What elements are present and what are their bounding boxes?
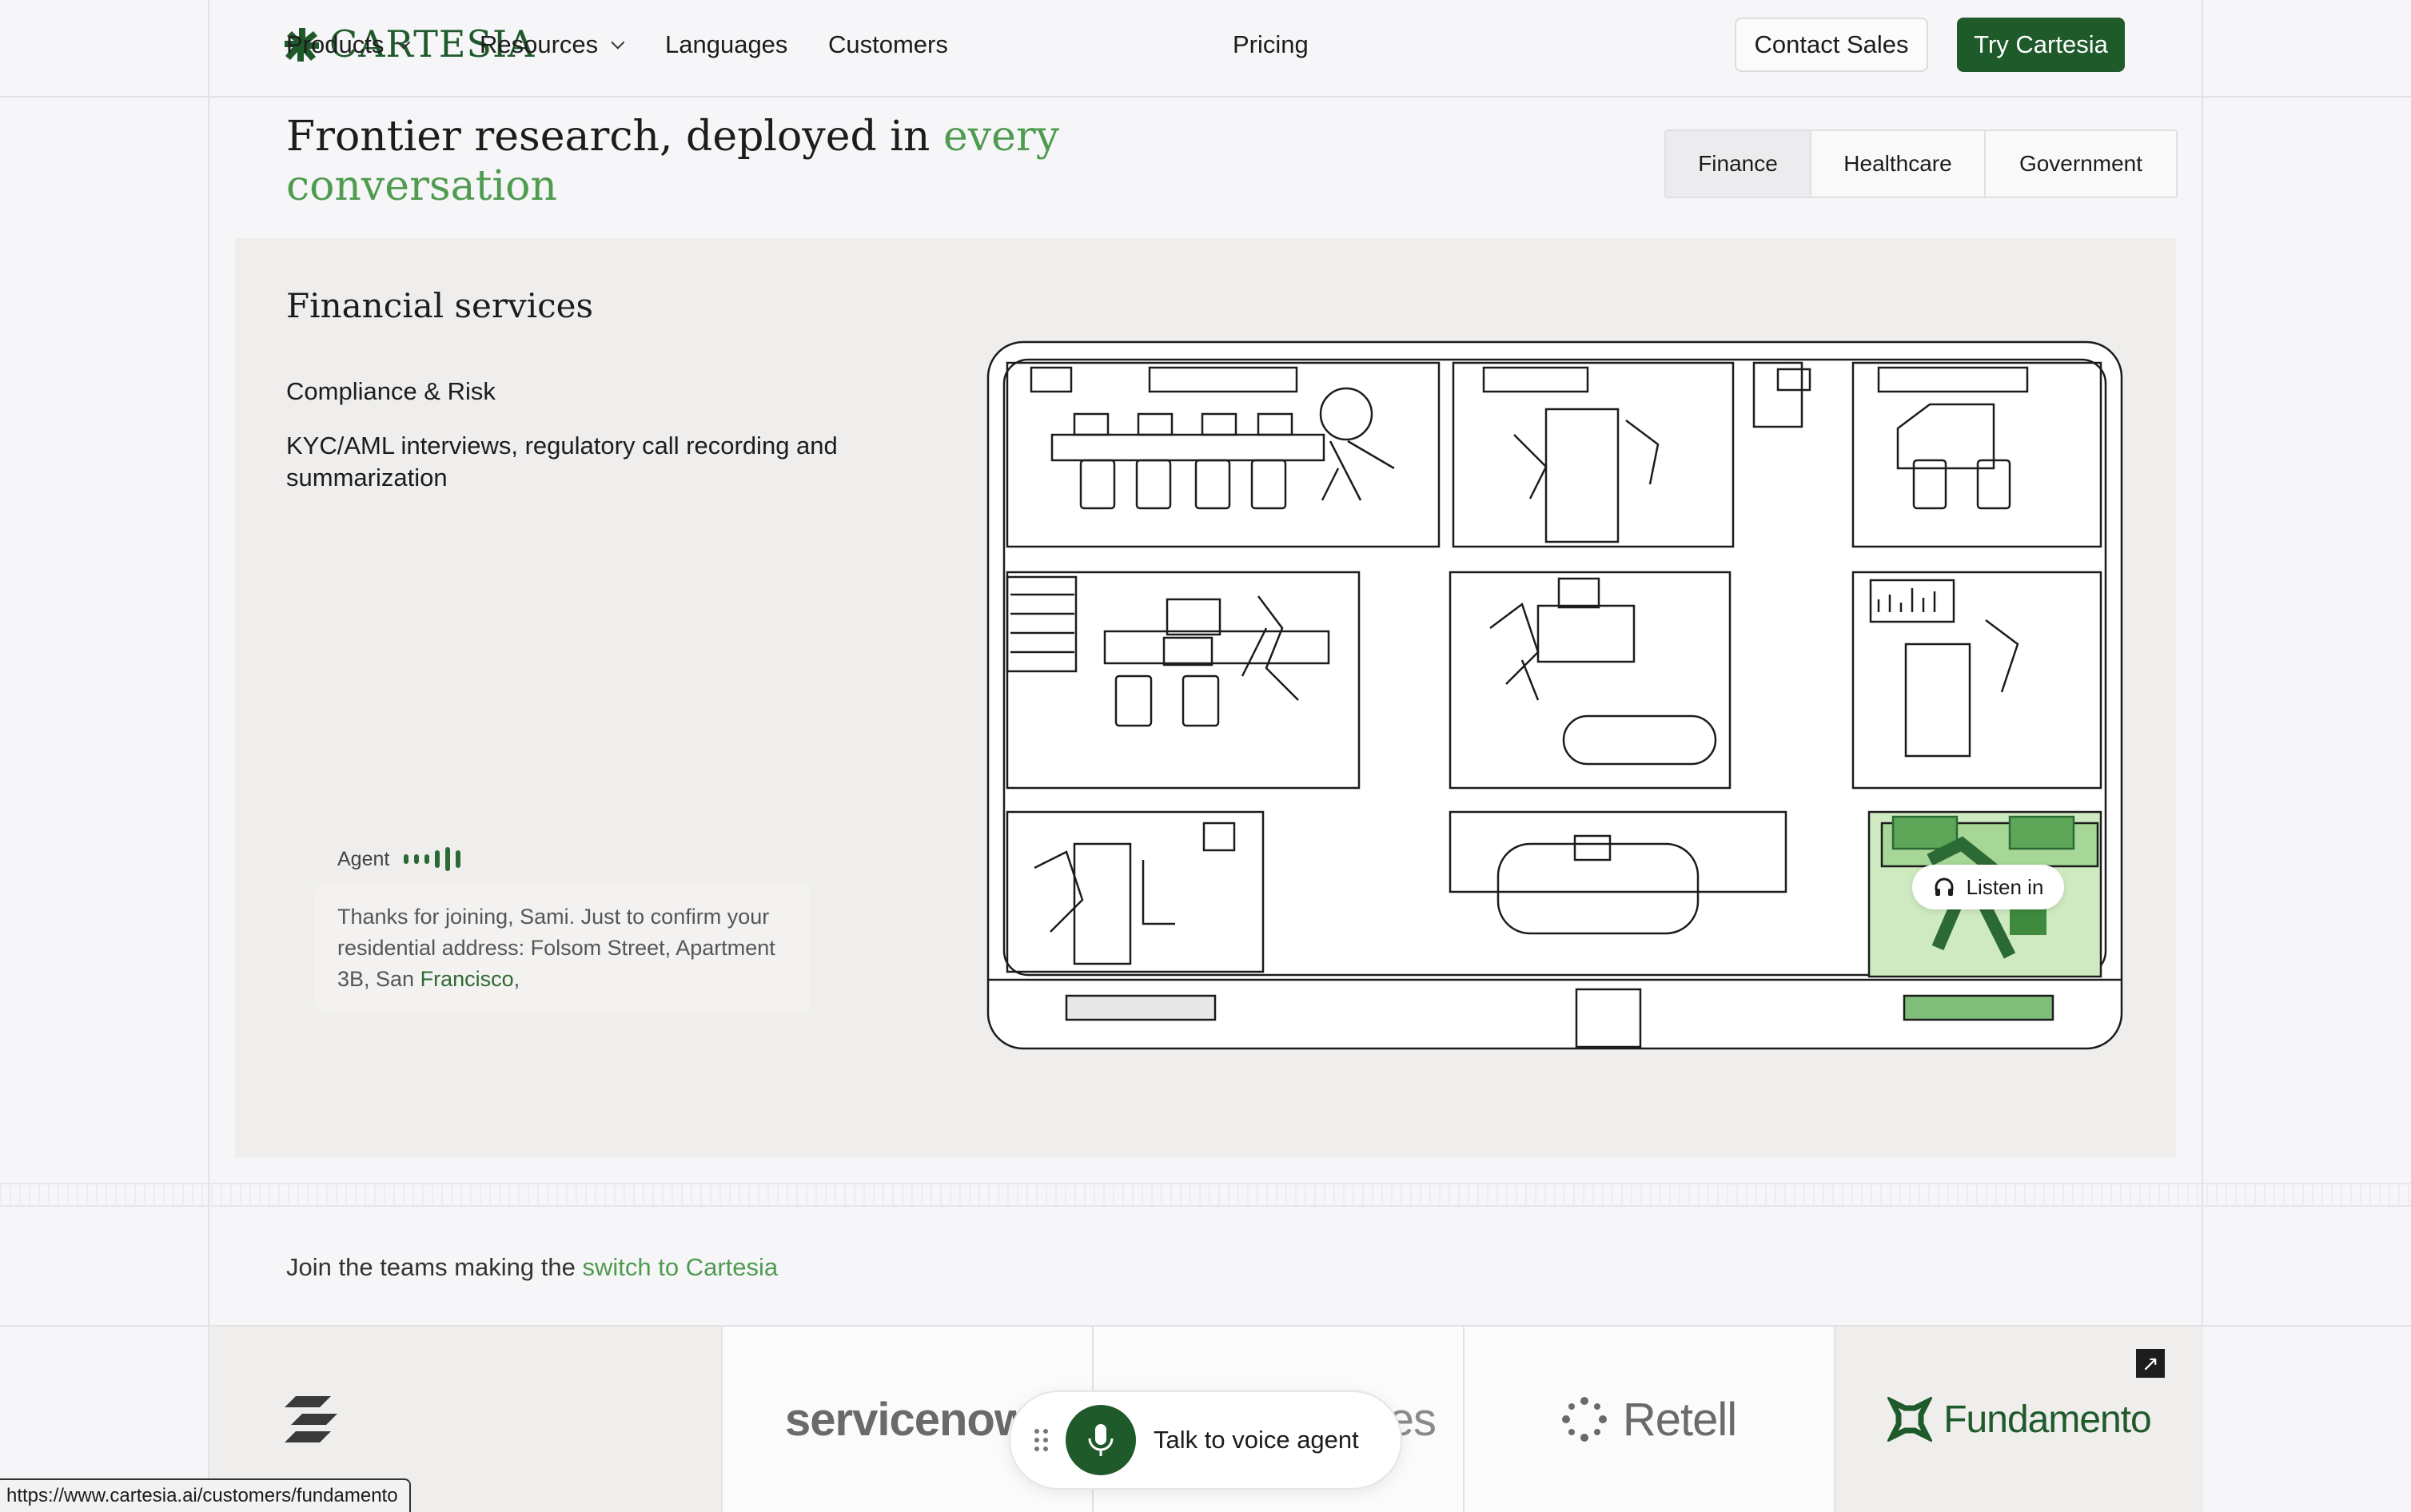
hero-title: Frontier research, deployed in every con… — [286, 112, 1086, 211]
drag-handle-icon[interactable] — [1034, 1429, 1048, 1451]
agent-indicator: Agent — [337, 847, 461, 871]
tab-healthcare[interactable]: Healthcare — [1810, 131, 1984, 197]
industry-tabs: Finance Healthcare Government — [1664, 129, 2178, 198]
use-case-description: KYC/AML interviews, regulatory call reco… — [286, 432, 838, 491]
transcript-highlight: Francisco — [420, 967, 514, 991]
audio-wave-icon — [404, 847, 461, 871]
external-link-icon[interactable]: ↗ — [2136, 1349, 2165, 1378]
talk-to-voice-agent-button[interactable]: Talk to voice agent — [1009, 1391, 1402, 1490]
contact-sales-button[interactable]: Contact Sales — [1735, 18, 1928, 72]
fundamento-mark-icon — [1887, 1397, 1933, 1442]
agent-label: Agent — [337, 847, 390, 870]
transcript-bubble: Thanks for joining, Sami. Just to confir… — [315, 884, 811, 1012]
transcript-tail: , — [513, 967, 520, 991]
nav-resources-label: Resources — [480, 30, 599, 58]
join-accent-link[interactable]: switch to Cartesia — [582, 1253, 778, 1281]
customer-mark-icon — [285, 1396, 337, 1442]
nav-products[interactable]: Products — [286, 30, 411, 59]
logo-cell-retell[interactable]: Retell — [1463, 1327, 1834, 1512]
tab-government[interactable]: Government — [1984, 131, 2176, 197]
nav-customers-label: Customers — [828, 30, 948, 58]
top-nav: CARTESIA Products Resources Languages Cu… — [209, 0, 2202, 96]
logo-cell-fundamento[interactable]: Fundamento ↗ — [1834, 1327, 2203, 1512]
panel-title: Financial services — [286, 286, 594, 325]
hero-title-main: Frontier research, deployed in — [286, 113, 931, 161]
chevron-down-icon — [611, 35, 625, 50]
listen-in-button[interactable]: Listen in — [1912, 865, 2064, 909]
use-case-title: Compliance & Risk — [286, 377, 496, 405]
microphone-icon — [1066, 1405, 1136, 1475]
fundamento-logo: Fundamento — [1943, 1398, 2152, 1441]
headphones-icon — [1935, 877, 1954, 896]
retell-logo: Retell — [1622, 1393, 1737, 1446]
nav-languages-label: Languages — [665, 30, 788, 58]
servicenow-logo: servicenow — [785, 1393, 1030, 1446]
nav-customers[interactable]: Customers — [828, 30, 948, 59]
listen-in-label: Listen in — [1966, 874, 2044, 899]
frame-line-right — [2202, 0, 2203, 1512]
join-text: Join the teams making the — [286, 1253, 576, 1281]
section-divider — [0, 1183, 2411, 1207]
nav-products-label: Products — [286, 30, 385, 58]
office-illustration — [986, 340, 2123, 1050]
nav-pricing-label: Pricing — [1233, 30, 1309, 58]
nav-resources[interactable]: Resources — [480, 30, 625, 59]
frame-line-left — [208, 0, 209, 1512]
nav-divider — [0, 96, 2411, 97]
tab-finance[interactable]: Finance — [1666, 131, 1810, 197]
nav-pricing[interactable]: Pricing — [1233, 30, 1309, 59]
talk-label: Talk to voice agent — [1154, 1426, 1359, 1454]
retell-dots-icon — [1561, 1397, 1607, 1442]
nav-languages[interactable]: Languages — [665, 30, 787, 59]
transcript-text: Thanks for joining, Sami. Just to confir… — [337, 905, 775, 991]
join-teams-heading: Join the teams making the switch to Cart… — [286, 1253, 778, 1282]
try-cartesia-button[interactable]: Try Cartesia — [1957, 18, 2125, 72]
industry-panel: Financial services Compliance & Risk KYC… — [235, 238, 2176, 1157]
status-bar-url: https://www.cartesia.ai/customers/fundam… — [0, 1478, 411, 1512]
